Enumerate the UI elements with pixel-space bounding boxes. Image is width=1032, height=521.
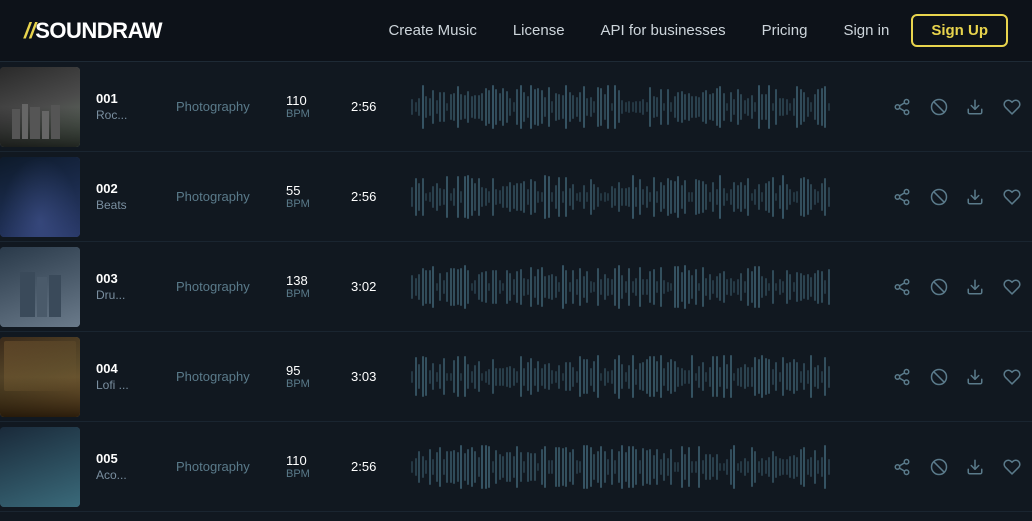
- track-bpm-value: 138: [286, 273, 351, 288]
- link-icon[interactable]: [929, 363, 950, 391]
- download-icon[interactable]: [965, 453, 986, 481]
- nav-signin[interactable]: Sign in: [829, 16, 903, 45]
- nav-signup-button[interactable]: Sign Up: [911, 14, 1008, 47]
- track-waveform[interactable]: [411, 82, 882, 132]
- track-bpm-value: 110: [286, 453, 351, 468]
- download-icon[interactable]: [965, 93, 986, 121]
- track-name: Dru...: [96, 288, 176, 302]
- track-waveform[interactable]: [411, 352, 882, 402]
- track-row: 002 Beats Photography 55 BPM 2:56: [0, 152, 1032, 242]
- favorite-icon[interactable]: [1002, 183, 1023, 211]
- logo-slash: //: [24, 18, 35, 43]
- main-nav: Create Music License API for businesses …: [374, 14, 1008, 47]
- favorite-icon[interactable]: [1002, 273, 1023, 301]
- track-waveform[interactable]: [411, 442, 882, 492]
- link-icon[interactable]: [929, 183, 950, 211]
- track-row: 003 Dru... Photography 138 BPM 3:02: [0, 242, 1032, 332]
- track-actions: [892, 93, 1022, 121]
- track-duration: 2:56: [351, 99, 401, 114]
- track-identity: 002 Beats: [96, 181, 176, 212]
- link-icon[interactable]: [929, 93, 950, 121]
- track-number: 003: [96, 271, 176, 286]
- track-name: Lofi ...: [96, 378, 176, 392]
- track-name: Roc...: [96, 108, 176, 122]
- track-row: 001 Roc... Photography 110 BPM 2:56: [0, 62, 1032, 152]
- track-name: Aco...: [96, 468, 176, 482]
- track-bpm: 55 BPM: [286, 183, 351, 210]
- track-bpm-label: BPM: [286, 198, 351, 210]
- share-icon[interactable]: [892, 93, 913, 121]
- track-bpm-label: BPM: [286, 108, 351, 120]
- track-actions: [892, 453, 1022, 481]
- track-number: 001: [96, 91, 176, 106]
- share-icon[interactable]: [892, 273, 913, 301]
- track-bpm: 138 BPM: [286, 273, 351, 300]
- download-icon[interactable]: [965, 273, 986, 301]
- track-bpm: 110 BPM: [286, 93, 351, 120]
- track-waveform[interactable]: [411, 172, 882, 222]
- download-icon[interactable]: [965, 183, 986, 211]
- track-genre: Photography: [176, 99, 286, 114]
- track-identity: 004 Lofi ...: [96, 361, 176, 392]
- favorite-icon[interactable]: [1002, 453, 1023, 481]
- nav-create-music[interactable]: Create Music: [374, 16, 490, 45]
- track-duration: 2:56: [351, 189, 401, 204]
- track-bpm: 95 BPM: [286, 363, 351, 390]
- nav-pricing[interactable]: Pricing: [748, 16, 822, 45]
- track-thumbnail: [0, 337, 80, 417]
- track-bpm-value: 110: [286, 93, 351, 108]
- link-icon[interactable]: [929, 273, 950, 301]
- track-waveform[interactable]: [411, 262, 882, 312]
- track-bpm-value: 95: [286, 363, 351, 378]
- track-bpm-label: BPM: [286, 468, 351, 480]
- share-icon[interactable]: [892, 363, 913, 391]
- link-icon[interactable]: [929, 453, 950, 481]
- track-actions: [892, 363, 1022, 391]
- nav-api[interactable]: API for businesses: [587, 16, 740, 45]
- track-bpm: 110 BPM: [286, 453, 351, 480]
- track-thumbnail: [0, 247, 80, 327]
- download-icon[interactable]: [965, 363, 986, 391]
- track-duration: 2:56: [351, 459, 401, 474]
- share-icon[interactable]: [892, 453, 913, 481]
- share-icon[interactable]: [892, 183, 913, 211]
- track-list: 001 Roc... Photography 110 BPM 2:56: [0, 62, 1032, 512]
- track-bpm-value: 55: [286, 183, 351, 198]
- track-genre: Photography: [176, 369, 286, 384]
- track-actions: [892, 183, 1022, 211]
- track-row: 004 Lofi ... Photography 95 BPM 3:03: [0, 332, 1032, 422]
- track-name: Beats: [96, 198, 176, 212]
- logo-wordmark: SOUNDRAW: [35, 18, 162, 43]
- track-row: 005 Aco... Photography 110 BPM 2:56: [0, 422, 1032, 512]
- track-actions: [892, 273, 1022, 301]
- track-identity: 005 Aco...: [96, 451, 176, 482]
- track-genre: Photography: [176, 279, 286, 294]
- track-identity: 003 Dru...: [96, 271, 176, 302]
- track-duration: 3:03: [351, 369, 401, 384]
- track-bpm-label: BPM: [286, 378, 351, 390]
- logo[interactable]: //SOUNDRAW: [24, 18, 162, 44]
- track-genre: Photography: [176, 189, 286, 204]
- track-number: 002: [96, 181, 176, 196]
- favorite-icon[interactable]: [1002, 93, 1023, 121]
- track-number: 005: [96, 451, 176, 466]
- track-identity: 001 Roc...: [96, 91, 176, 122]
- track-bpm-label: BPM: [286, 288, 351, 300]
- track-number: 004: [96, 361, 176, 376]
- track-genre: Photography: [176, 459, 286, 474]
- logo-text: //SOUNDRAW: [24, 18, 162, 44]
- track-thumbnail: [0, 427, 80, 507]
- favorite-icon[interactable]: [1002, 363, 1023, 391]
- track-duration: 3:02: [351, 279, 401, 294]
- track-thumbnail: [0, 157, 80, 237]
- track-thumbnail: [0, 67, 80, 147]
- nav-license[interactable]: License: [499, 16, 579, 45]
